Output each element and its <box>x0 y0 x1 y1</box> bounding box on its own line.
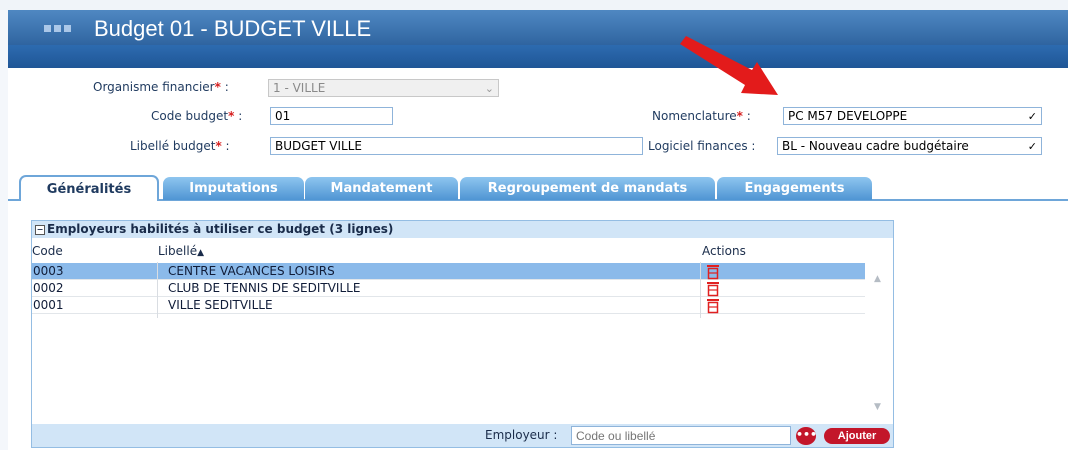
tab-generalites[interactable]: Généralités <box>19 175 159 201</box>
logiciel-select[interactable]: BL - Nouveau cadre budgétaire ✓ <box>777 137 1042 155</box>
panel-header: − Employeurs habilités à utiliser ce budg… <box>32 221 893 238</box>
title-decoration-icon <box>44 25 71 33</box>
page-title: Budget 01 - BUDGET VILLE <box>94 16 372 41</box>
employeur-label: Employeur : <box>485 428 558 442</box>
libelle-budget-label: Libellé budget* : <box>130 139 230 153</box>
trash-icon[interactable] <box>706 298 720 319</box>
title-bar: Budget 01 - BUDGET VILLE <box>8 10 1068 45</box>
nomenclature-label: Nomenclature* : <box>652 109 751 123</box>
add-employeur-button[interactable]: Ajouter <box>824 428 890 444</box>
column-header-libelle[interactable]: Libellé▲ <box>158 244 204 258</box>
code-budget-label: Code budget* : <box>151 109 243 123</box>
more-options-icon[interactable]: ••• <box>796 427 817 445</box>
tab-engagements[interactable]: Engagements <box>717 177 872 200</box>
table-scrollbar[interactable]: ▲ ▼ <box>866 262 893 422</box>
sort-ascending-icon: ▲ <box>197 248 204 258</box>
chevron-down-icon: ✓ <box>1027 110 1037 123</box>
left-edge <box>0 10 8 450</box>
chevron-down-icon: ⌄ <box>484 82 494 95</box>
top-strip <box>0 0 1068 10</box>
scroll-down-icon[interactable]: ▼ <box>874 402 881 412</box>
tab-regroupement-mandats[interactable]: Regroupement de mandats <box>460 177 715 200</box>
column-header-code[interactable]: Code <box>32 244 63 258</box>
organisme-select[interactable]: 1 - VILLE ⌄ <box>268 79 499 97</box>
column-header-actions: Actions <box>702 244 746 258</box>
column-divider <box>157 262 158 318</box>
sub-bar <box>8 45 1068 68</box>
panel-title: Employeurs habilités à utiliser ce budge… <box>47 222 394 236</box>
nomenclature-select[interactable]: PC M57 DEVELOPPE ✓ <box>783 107 1042 125</box>
employeur-input[interactable] <box>571 426 791 445</box>
scroll-up-icon[interactable]: ▲ <box>874 274 881 284</box>
code-budget-input[interactable]: 01 <box>270 107 393 125</box>
logiciel-label: Logiciel finances : <box>648 139 756 153</box>
tab-imputations[interactable]: Imputations <box>163 177 304 200</box>
chevron-down-icon: ✓ <box>1027 140 1037 153</box>
column-divider <box>700 262 701 318</box>
tab-mandatement[interactable]: Mandatement <box>305 177 458 200</box>
collapse-icon[interactable]: − <box>35 224 45 235</box>
libelle-budget-input[interactable]: BUDGET VILLE <box>270 137 643 155</box>
organisme-label: Organisme financier* : <box>93 80 229 94</box>
